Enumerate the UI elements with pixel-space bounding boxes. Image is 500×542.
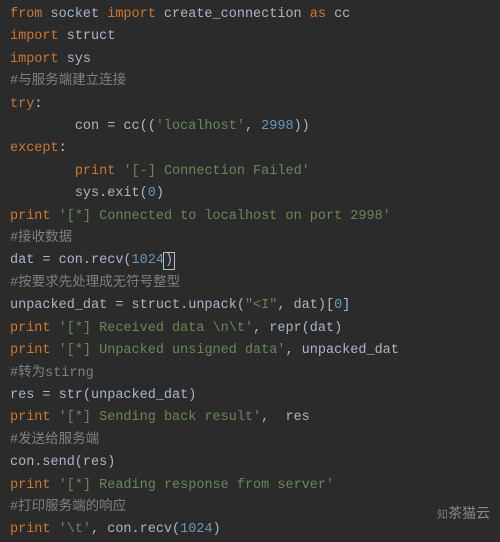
text-cursor: ) <box>163 252 175 270</box>
punct: )) <box>294 119 310 134</box>
identifier: create_connection <box>156 7 310 22</box>
indent-guide <box>10 119 75 134</box>
keyword: import <box>10 29 59 44</box>
keyword: try <box>10 97 34 112</box>
watermark: 知茶猫云 <box>437 502 490 526</box>
code-line: unpacked_dat = struct.unpack("<I", dat)[… <box>10 295 490 317</box>
indent-guide <box>10 186 75 201</box>
code-line: print '[*] Sending back result', res <box>10 407 490 429</box>
space <box>51 522 59 537</box>
code-line: try: <box>10 94 490 116</box>
code-line: print '[*] Unpacked unsigned data', unpa… <box>10 340 490 362</box>
code-line: #转为stirng <box>10 363 490 385</box>
identifier: sys <box>59 52 91 67</box>
space <box>51 321 59 336</box>
keyword: print <box>10 478 51 493</box>
punct: ) <box>156 186 164 201</box>
code-line: print '[*] Reading response from server' <box>10 475 490 497</box>
identifier: dat = con.recv( <box>10 253 132 268</box>
number: 2998 <box>261 119 293 134</box>
space <box>51 343 59 358</box>
comment: #转为stirng <box>10 366 94 381</box>
comment: #与服务端建立连接 <box>10 74 126 89</box>
code-line: print '[*] Connected to localhost on por… <box>10 206 490 228</box>
code-line: print '[-] Connection Failed' <box>10 161 490 183</box>
indent-guide <box>10 164 75 179</box>
space <box>51 478 59 493</box>
string: "<I" <box>245 298 277 313</box>
string: '[*] Unpacked unsigned data' <box>59 343 286 358</box>
string: 'localhost' <box>156 119 245 134</box>
punct: , dat)[ <box>277 298 334 313</box>
string: '\t' <box>59 522 91 537</box>
number: 1024 <box>132 253 164 268</box>
keyword: import <box>107 7 156 22</box>
keyword: print <box>10 209 51 224</box>
space <box>51 209 59 224</box>
identifier: , res <box>261 410 310 425</box>
keyword: except <box>10 141 59 156</box>
code-line: except: <box>10 138 490 160</box>
code-line: import sys <box>10 49 490 71</box>
punct: ) <box>165 253 173 268</box>
space <box>51 410 59 425</box>
code-line: #按要求先处理成无符号整型 <box>10 273 490 295</box>
identifier: res = str(unpacked_dat) <box>10 388 196 403</box>
code-block: from socket import create_connection as … <box>10 4 490 542</box>
watermark-prefix: 知 <box>437 509 448 521</box>
code-line: #打印服务端的响应 <box>10 497 490 519</box>
identifier: con = cc(( <box>75 119 156 134</box>
watermark-text: 茶猫云 <box>448 505 490 521</box>
identifier: , repr(dat) <box>253 321 342 336</box>
punct: , <box>245 119 261 134</box>
keyword: print <box>10 522 51 537</box>
code-line: print '\t', con.recv(1024) <box>10 519 490 541</box>
keyword: print <box>75 164 116 179</box>
punct: ) <box>213 522 221 537</box>
code-line: #接收数据 <box>10 228 490 250</box>
string: '[*] Connected to localhost on port 2998… <box>59 209 391 224</box>
code-line: con.send(res) <box>10 452 490 474</box>
identifier: con.send(res) <box>10 455 115 470</box>
identifier: unpacked_dat = struct.unpack( <box>10 298 245 313</box>
keyword: print <box>10 321 51 336</box>
string: '[-] Connection Failed' <box>123 164 309 179</box>
identifier: , con.recv( <box>91 522 180 537</box>
code-line: dat = con.recv(1024) <box>10 250 490 272</box>
number: 0 <box>334 298 342 313</box>
number: 1024 <box>180 522 212 537</box>
code-line: from socket import create_connection as … <box>10 4 490 26</box>
identifier: cc <box>326 7 350 22</box>
keyword: print <box>10 410 51 425</box>
string: '[*] Reading response from server' <box>59 478 334 493</box>
identifier: struct <box>59 29 116 44</box>
string: '[*] Sending back result' <box>59 410 262 425</box>
comment: #打印服务端的响应 <box>10 500 126 515</box>
keyword: import <box>10 52 59 67</box>
code-line: res = str(unpacked_dat) <box>10 385 490 407</box>
code-line: #与服务端建立连接 <box>10 71 490 93</box>
code-line: print '[*] Received data \n\t', repr(dat… <box>10 318 490 340</box>
code-line: sys.exit(0) <box>10 183 490 205</box>
identifier: , unpacked_dat <box>285 343 398 358</box>
keyword: as <box>310 7 326 22</box>
keyword: print <box>10 343 51 358</box>
comment: #按要求先处理成无符号整型 <box>10 276 180 291</box>
keyword: from <box>10 7 42 22</box>
punct: : <box>59 141 67 156</box>
number: 0 <box>148 186 156 201</box>
code-line: #发送给服务端 <box>10 430 490 452</box>
identifier: sys.exit( <box>75 186 148 201</box>
identifier: socket <box>42 7 107 22</box>
string: '[*] Received data \n\t' <box>59 321 253 336</box>
code-line: con = cc(('localhost', 2998)) <box>10 116 490 138</box>
punct: ] <box>342 298 350 313</box>
comment: #接收数据 <box>10 231 72 246</box>
code-line: import struct <box>10 26 490 48</box>
comment: #发送给服务端 <box>10 433 99 448</box>
punct: : <box>34 97 42 112</box>
